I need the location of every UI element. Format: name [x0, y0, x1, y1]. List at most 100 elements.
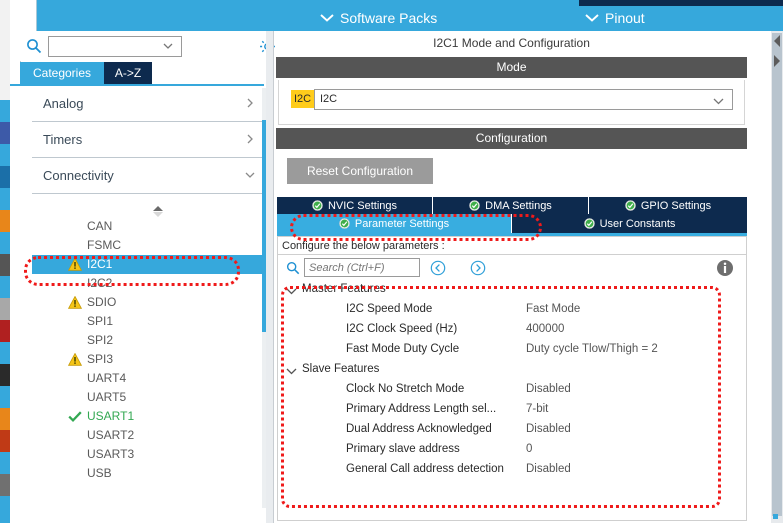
sidebar-item-spi1[interactable]: SPI1	[32, 312, 262, 331]
category-row-timers[interactable]: Timers	[32, 122, 262, 158]
parameter-settings-area: Master FeaturesI2C Speed ModeFast ModeI2…	[277, 255, 747, 521]
parameter-row[interactable]: General Call address detection Disabled	[278, 461, 748, 481]
chevron-right-icon	[247, 134, 253, 144]
parameter-row[interactable]: Primary slave address 0	[278, 441, 748, 461]
parameter-name: Dual Address Acknowledged	[346, 423, 492, 435]
sidebar-item-i2c1[interactable]: I2C1	[32, 255, 262, 274]
parameter-name: Fast Mode Duty Cycle	[346, 343, 460, 355]
pin-chip	[0, 298, 10, 320]
pin-chip	[0, 144, 10, 166]
sidebar-item-label: SPI2	[87, 333, 114, 347]
parameter-value[interactable]: Fast Mode	[526, 303, 580, 315]
parameter-value[interactable]: Disabled	[526, 423, 571, 435]
parameter-value[interactable]: Duty cycle Tlow/Thigh = 2	[526, 343, 658, 355]
sidebar-item-sdio[interactable]: SDIO	[32, 293, 262, 312]
peripheral-search-input[interactable]	[48, 36, 182, 57]
scroll-up-arrow-icon[interactable]	[772, 33, 782, 49]
sidebar-item-uart4[interactable]: UART4	[32, 369, 262, 388]
pin-chip	[0, 100, 10, 122]
chevron-down-icon	[286, 288, 297, 295]
scroll-down-arrow-icon[interactable]	[772, 53, 782, 69]
tab-label: DMA Settings	[485, 199, 552, 212]
tab-label: NVIC Settings	[327, 199, 398, 212]
sidebar-top-band	[36, 0, 274, 31]
chevron-down-icon[interactable]	[163, 42, 173, 50]
parameter-row[interactable]: Dual Address Acknowledged Disabled	[278, 421, 748, 441]
sidebar-item-can[interactable]: CAN	[32, 217, 262, 236]
category-row-analog[interactable]: Analog	[32, 86, 262, 122]
pin-chip	[0, 210, 10, 232]
search-icon	[286, 261, 300, 275]
pin-chip	[0, 320, 10, 342]
chevron-down-icon	[286, 368, 297, 375]
sidebar-item-fsmc[interactable]: FSMC	[32, 236, 262, 255]
check-circle-icon	[339, 218, 350, 229]
settings-tabs-row-1: NVIC Settings DMA Settings GPIO Settings	[277, 197, 747, 214]
mode-select-value: I2C	[320, 93, 338, 105]
parameter-value[interactable]: 0	[526, 443, 532, 455]
check-circle-icon	[625, 200, 636, 211]
sidebar-item-spi2[interactable]: SPI2	[32, 331, 262, 350]
parameter-search-row	[278, 255, 748, 281]
parameter-group-master-features[interactable]: Master Features	[278, 281, 748, 301]
tab-gpio-settings[interactable]: GPIO Settings	[589, 197, 747, 214]
nav-pinout[interactable]: Pinout	[585, 6, 645, 31]
tab-user-constants[interactable]: User Constants	[512, 214, 747, 233]
chevron-down-icon	[713, 98, 724, 105]
parameter-value[interactable]: Disabled	[526, 383, 571, 395]
parameter-row[interactable]: I2C Speed Mode Fast Mode	[278, 301, 748, 321]
parameter-list: Master Features I2C Speed Mode Fast Mode I2…	[278, 281, 748, 519]
tab-a-to-z[interactable]: A->Z	[104, 62, 152, 84]
tab-label: GPIO Settings	[640, 199, 712, 212]
pin-chip	[0, 474, 10, 496]
sidebar-item-label: SPI1	[87, 314, 114, 328]
parameter-name: Primary slave address	[346, 443, 460, 455]
sidebar-item-i2c2[interactable]: I2C2	[32, 274, 262, 293]
pin-strip-top	[0, 0, 10, 100]
info-icon[interactable]	[716, 259, 734, 277]
sidebar-item-usart3[interactable]: USART3	[32, 445, 262, 464]
category-row-connectivity[interactable]: Connectivity	[32, 158, 262, 194]
pin-chip	[0, 166, 10, 188]
page-title: I2C1 Mode and Configuration	[276, 31, 747, 55]
parameter-row[interactable]: I2C Clock Speed (Hz) 400000	[278, 321, 748, 341]
collapse-handle-icon[interactable]	[150, 206, 166, 217]
chevron-right-circle-icon[interactable]	[470, 260, 486, 276]
check-circle-icon	[583, 218, 595, 229]
mode-select[interactable]: I2C	[314, 89, 733, 110]
tab-dma-settings[interactable]: DMA Settings	[433, 197, 588, 214]
pin-chip	[0, 232, 10, 254]
parameter-row[interactable]: Primary Address Length sel... 7-bit	[278, 401, 748, 421]
chevron-down-icon	[585, 14, 599, 22]
panel-divider-line	[273, 31, 274, 523]
parameter-row[interactable]: Fast Mode Duty Cycle Duty cycle Tlow/Thig…	[278, 341, 748, 361]
parameter-value[interactable]: Disabled	[526, 463, 571, 475]
reset-configuration-button[interactable]: Reset Configuration	[287, 158, 433, 184]
parameter-group-slave-features[interactable]: Slave Features	[278, 361, 748, 381]
parameter-group-label: Slave Features	[302, 363, 380, 375]
nav-label: Pinout	[605, 10, 645, 26]
parameter-value[interactable]: 7-bit	[526, 403, 548, 415]
parameter-value[interactable]: 400000	[526, 323, 564, 335]
sidebar-top-divider	[36, 0, 37, 31]
chevron-left-circle-icon[interactable]	[430, 260, 446, 276]
pin-chip	[0, 122, 10, 144]
nav-software-packs[interactable]: Software Packs	[320, 6, 437, 31]
parameter-row[interactable]: Clock No Stretch Mode Disabled	[278, 381, 748, 401]
search-icon	[27, 39, 42, 54]
sidebar-item-label: USB	[87, 466, 112, 480]
main-scrollbar-thumb[interactable]	[772, 33, 782, 516]
sidebar-item-usart1[interactable]: USART1	[32, 407, 262, 426]
sidebar-item-uart5[interactable]: UART5	[32, 388, 262, 407]
sidebar-item-label: USART3	[87, 447, 135, 461]
parameter-search-input[interactable]	[304, 258, 420, 277]
tab-nvic-settings[interactable]: NVIC Settings	[277, 197, 432, 214]
tab-parameter-settings[interactable]: Parameter Settings	[277, 214, 511, 233]
sidebar-item-label: SDIO	[87, 295, 117, 309]
tab-categories[interactable]: Categories	[20, 62, 104, 84]
sidebar-item-spi3[interactable]: SPI3	[32, 350, 262, 369]
settings-tabs-row-2: Parameter Settings User Constants	[277, 214, 747, 233]
peripheral-search-row	[20, 31, 275, 61]
sidebar-item-usart2[interactable]: USART2	[32, 426, 262, 445]
sidebar-item-usb[interactable]: USB	[32, 464, 262, 483]
